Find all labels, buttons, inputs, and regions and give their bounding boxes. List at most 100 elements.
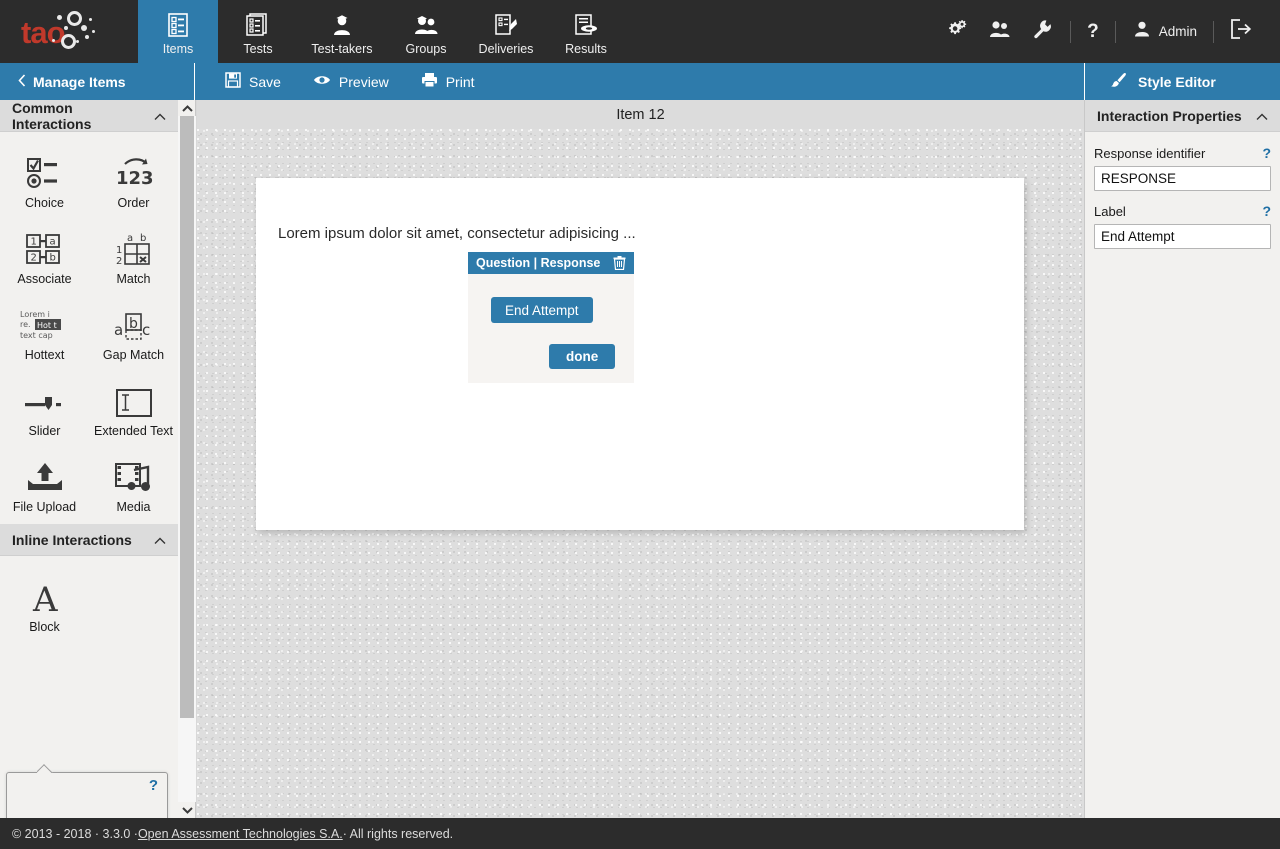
save-button[interactable]: Save (211, 66, 295, 97)
section-title-inline: Inline Interactions (12, 532, 132, 548)
tao-logo[interactable]: tao (0, 0, 138, 63)
tool-extended-text[interactable]: Extended Text (89, 368, 178, 444)
trash-icon[interactable] (613, 256, 626, 270)
user-menu[interactable]: Admin (1122, 14, 1207, 50)
tool-label-choice: Choice (25, 196, 64, 210)
tool-label-block: Block (29, 620, 60, 634)
preview-button[interactable]: Preview (299, 67, 403, 96)
field-response-identifier: Response identifier ? (1094, 146, 1271, 191)
tool-block[interactable]: A Block (0, 564, 89, 640)
done-button[interactable]: done (549, 344, 615, 369)
response-identifier-input[interactable] (1094, 166, 1271, 191)
tools-button[interactable] (1022, 14, 1064, 50)
section-header-common-interactions[interactable]: Common Interactions (0, 100, 178, 132)
file-upload-icon (24, 456, 66, 494)
question-mark-icon: ? (1087, 21, 1099, 43)
preview-label: Preview (339, 74, 389, 90)
divider (1070, 21, 1071, 43)
tool-inline-choice[interactable]: Inline Choice (7, 791, 87, 818)
style-editor-button[interactable]: Style Editor (1084, 63, 1280, 100)
footer-company-link[interactable]: Open Assessment Technologies S.A. (138, 827, 343, 841)
extended-text-icon (115, 380, 153, 418)
tool-choice[interactable]: Choice (0, 140, 89, 216)
nav-item-test-takers[interactable]: Test-takers (298, 0, 386, 63)
tool-label-order: Order (118, 196, 150, 210)
logout-icon (1230, 19, 1252, 44)
chevron-up-icon (154, 532, 166, 548)
label-input[interactable] (1094, 224, 1271, 249)
svg-text:A: A (32, 580, 58, 614)
item-text-body[interactable]: Lorem ipsum dolor sit amet, consectetur … (256, 178, 1024, 246)
svg-text:a: a (49, 237, 55, 248)
logout-button[interactable] (1220, 14, 1262, 50)
tool-label-associate: Associate (17, 272, 71, 286)
settings-button[interactable] (936, 14, 978, 50)
chevron-up-icon (1256, 108, 1268, 124)
end-attempt-interaction-button[interactable]: End Attempt (491, 297, 593, 323)
question-mark-icon[interactable]: ? (1262, 145, 1271, 161)
section-header-inline-interactions[interactable]: Inline Interactions (0, 524, 178, 556)
question-mark-icon[interactable]: ? (149, 777, 158, 794)
svg-text:1: 1 (30, 237, 36, 248)
hottext-icon: Lorem ire.Hot ttext cap (19, 304, 71, 342)
interactions-sidebar: Common Interactions Choice 123 Order (0, 100, 178, 818)
tool-associate[interactable]: 1a2b Associate (0, 216, 89, 292)
nav-item-groups[interactable]: Groups (386, 0, 466, 63)
test-takers-icon (330, 11, 354, 39)
tool-text-entry[interactable]: Text Entry (87, 791, 167, 818)
tool-hottext[interactable]: Lorem ire.Hot ttext cap Hottext (0, 292, 89, 368)
nav-item-deliveries[interactable]: Deliveries (466, 0, 546, 63)
save-disk-icon (225, 72, 241, 91)
tool-slider[interactable]: Slider (0, 368, 89, 444)
svg-text:text cap: text cap (20, 331, 53, 340)
logo-text: tao (21, 15, 65, 51)
print-label: Print (446, 74, 475, 90)
item-canvas[interactable]: Lorem ipsum dolor sit amet, consectetur … (256, 178, 1024, 530)
question-mark-icon[interactable]: ? (1262, 203, 1271, 219)
svg-text:a: a (114, 321, 123, 339)
tool-label-file-upload: File Upload (13, 500, 76, 514)
text-entry-icon (108, 803, 146, 818)
tool-match[interactable]: ab12 Match (89, 216, 178, 292)
tool-label-extended-text: Extended Text (94, 424, 173, 438)
print-button[interactable]: Print (407, 66, 489, 97)
gears-icon (946, 18, 968, 45)
tool-media[interactable]: Media (89, 444, 178, 520)
sidebar-scrollbar[interactable] (178, 100, 196, 818)
associate-icon: 1a2b (24, 228, 66, 266)
items-icon (167, 11, 189, 39)
style-editor-label: Style Editor (1138, 74, 1216, 90)
inline-choice-icon (26, 803, 68, 818)
results-icon (574, 11, 598, 39)
main-nav: Items Tests Test-takers Groups (138, 0, 626, 63)
svg-text:c: c (142, 321, 150, 339)
response-widget-overlay[interactable]: Question | Response End Attempt done (468, 252, 634, 383)
nav-item-tests[interactable]: Tests (218, 0, 298, 63)
svg-text:a: a (127, 233, 133, 244)
tool-order[interactable]: 123 Order (89, 140, 178, 216)
svg-text:Hot t: Hot t (37, 321, 57, 330)
gap-match-icon: abc (112, 304, 156, 342)
nav-label-results: Results (565, 42, 607, 56)
svg-text:re.: re. (20, 320, 31, 329)
scrollbar-thumb[interactable] (180, 116, 194, 718)
tool-file-upload[interactable]: File Upload (0, 444, 89, 520)
top-right-actions: ? Admin (936, 0, 1280, 63)
user-management-button[interactable] (978, 14, 1022, 50)
chevron-up-icon (154, 108, 166, 124)
common-interactions-grid: Choice 123 Order 1a2b Associate ab12 Mat… (0, 132, 178, 524)
nav-item-items[interactable]: Items (138, 0, 218, 63)
field-label: Label ? (1094, 204, 1271, 249)
properties-panel-header[interactable]: Interaction Properties (1085, 100, 1280, 132)
scroll-up-button[interactable] (178, 100, 196, 116)
scroll-down-button[interactable] (178, 802, 196, 818)
tool-label-gap-match: Gap Match (103, 348, 164, 362)
tool-gap-match[interactable]: abc Gap Match (89, 292, 178, 368)
help-button[interactable]: ? (1077, 14, 1109, 50)
svg-text:123: 123 (116, 168, 154, 189)
nav-item-results[interactable]: Results (546, 0, 626, 63)
footer-copyright-prefix: © 2013 - 2018 · 3.3.0 · (12, 827, 138, 841)
back-to-manage-items-button[interactable]: Manage Items (0, 63, 195, 100)
properties-panel-title: Interaction Properties (1097, 108, 1242, 124)
block-text-icon: A (27, 576, 63, 614)
